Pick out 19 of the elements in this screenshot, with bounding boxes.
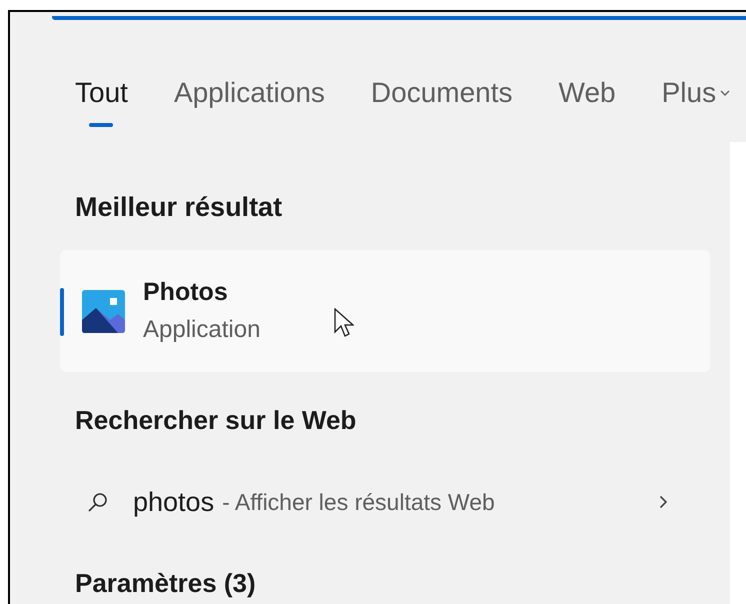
web-results-label: - Afficher les résultats Web: [222, 488, 495, 517]
chevron-down-icon: [720, 90, 730, 96]
section-heading: Meilleur résultat: [75, 191, 284, 223]
section-heading: Rechercher sur le Web: [75, 404, 358, 436]
tab[interactable]: Web: [558, 77, 616, 127]
tab[interactable]: Documents: [370, 77, 513, 127]
search-query: photos: [133, 486, 214, 519]
tab[interactable]: Applications: [174, 77, 325, 127]
result-card[interactable]: Photos Application: [60, 250, 710, 372]
result-subtitle: Application: [143, 315, 260, 345]
chevron-right-icon: [659, 495, 668, 509]
tab[interactable]: Plus: [662, 77, 734, 127]
web-search-row[interactable]: photos - Afficher les résultats Web: [60, 480, 710, 524]
photos-app-icon: [82, 290, 125, 332]
section-heading: Paramètres (3): [75, 567, 257, 599]
result-title: Photos: [143, 277, 229, 308]
search-icon: [88, 492, 108, 512]
mouse-cursor-icon: [334, 308, 354, 338]
tab[interactable]: Tout: [75, 77, 128, 127]
